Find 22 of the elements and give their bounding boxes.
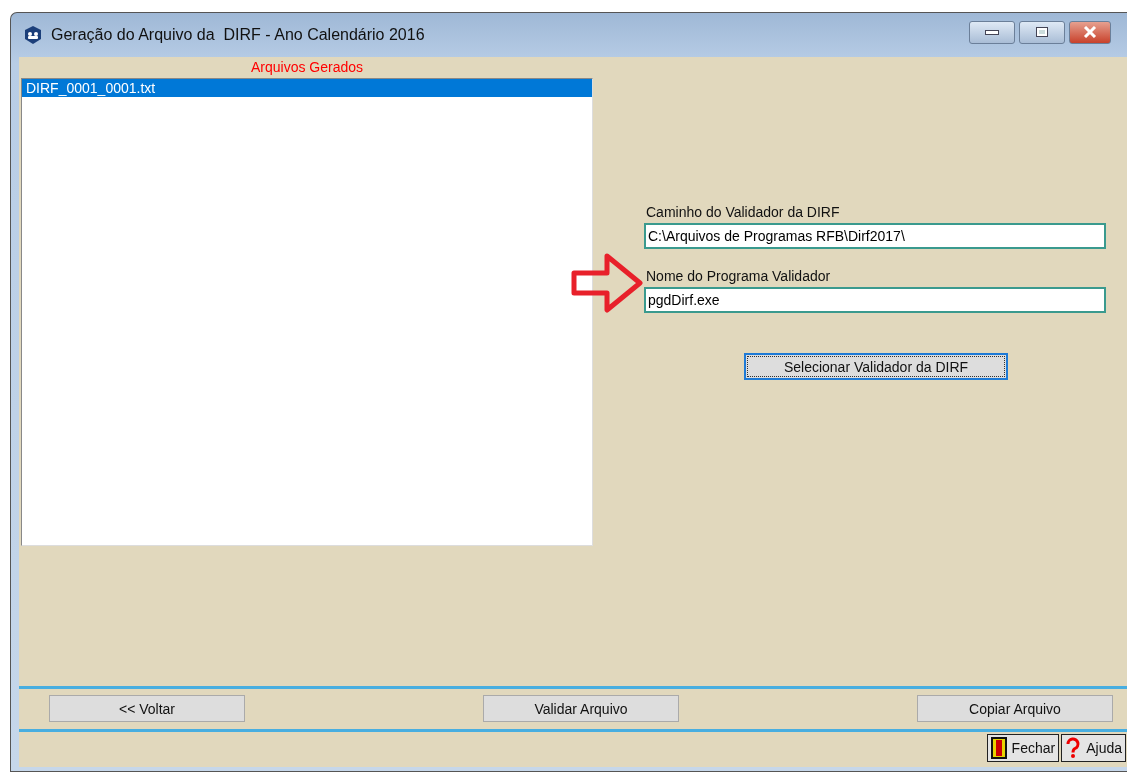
- field-label: Caminho do Validador da DIRF: [645, 203, 841, 222]
- maximize-icon: [1036, 27, 1048, 37]
- help-button[interactable]: Ajuda: [1061, 734, 1126, 762]
- list-title: Arquivos Gerados: [249, 58, 365, 77]
- minimize-button[interactable]: [969, 20, 1015, 44]
- close-button[interactable]: [1069, 20, 1111, 44]
- app-icon: [23, 25, 43, 45]
- help-icon: [1065, 737, 1082, 759]
- door-icon: [990, 737, 1007, 759]
- minimize-icon: [985, 29, 999, 35]
- action-button[interactable]: Validar Arquivo: [483, 695, 679, 722]
- action-button[interactable]: Copiar Arquivo: [917, 695, 1113, 722]
- close-icon: [1083, 26, 1097, 38]
- field-label: Nome do Programa Validador: [645, 267, 832, 286]
- text-field[interactable]: pgdDirf.exe: [644, 287, 1106, 313]
- close-button[interactable]: Fechar: [986, 734, 1060, 762]
- window-title: Geração do Arquivo da DIRF - Ano Calendário 2016: [51, 26, 426, 44]
- file-item[interactable]: DIRF_0001_0001.txt: [22, 79, 592, 97]
- action-button[interactable]: << Voltar: [49, 695, 245, 722]
- text-field[interactable]: C:\Arquivos de Programas RFB\Dirf2017\: [644, 223, 1106, 249]
- maximize-button[interactable]: [1019, 20, 1065, 44]
- select-validator-button[interactable]: Selecionar Validador da DIRF: [744, 353, 1008, 380]
